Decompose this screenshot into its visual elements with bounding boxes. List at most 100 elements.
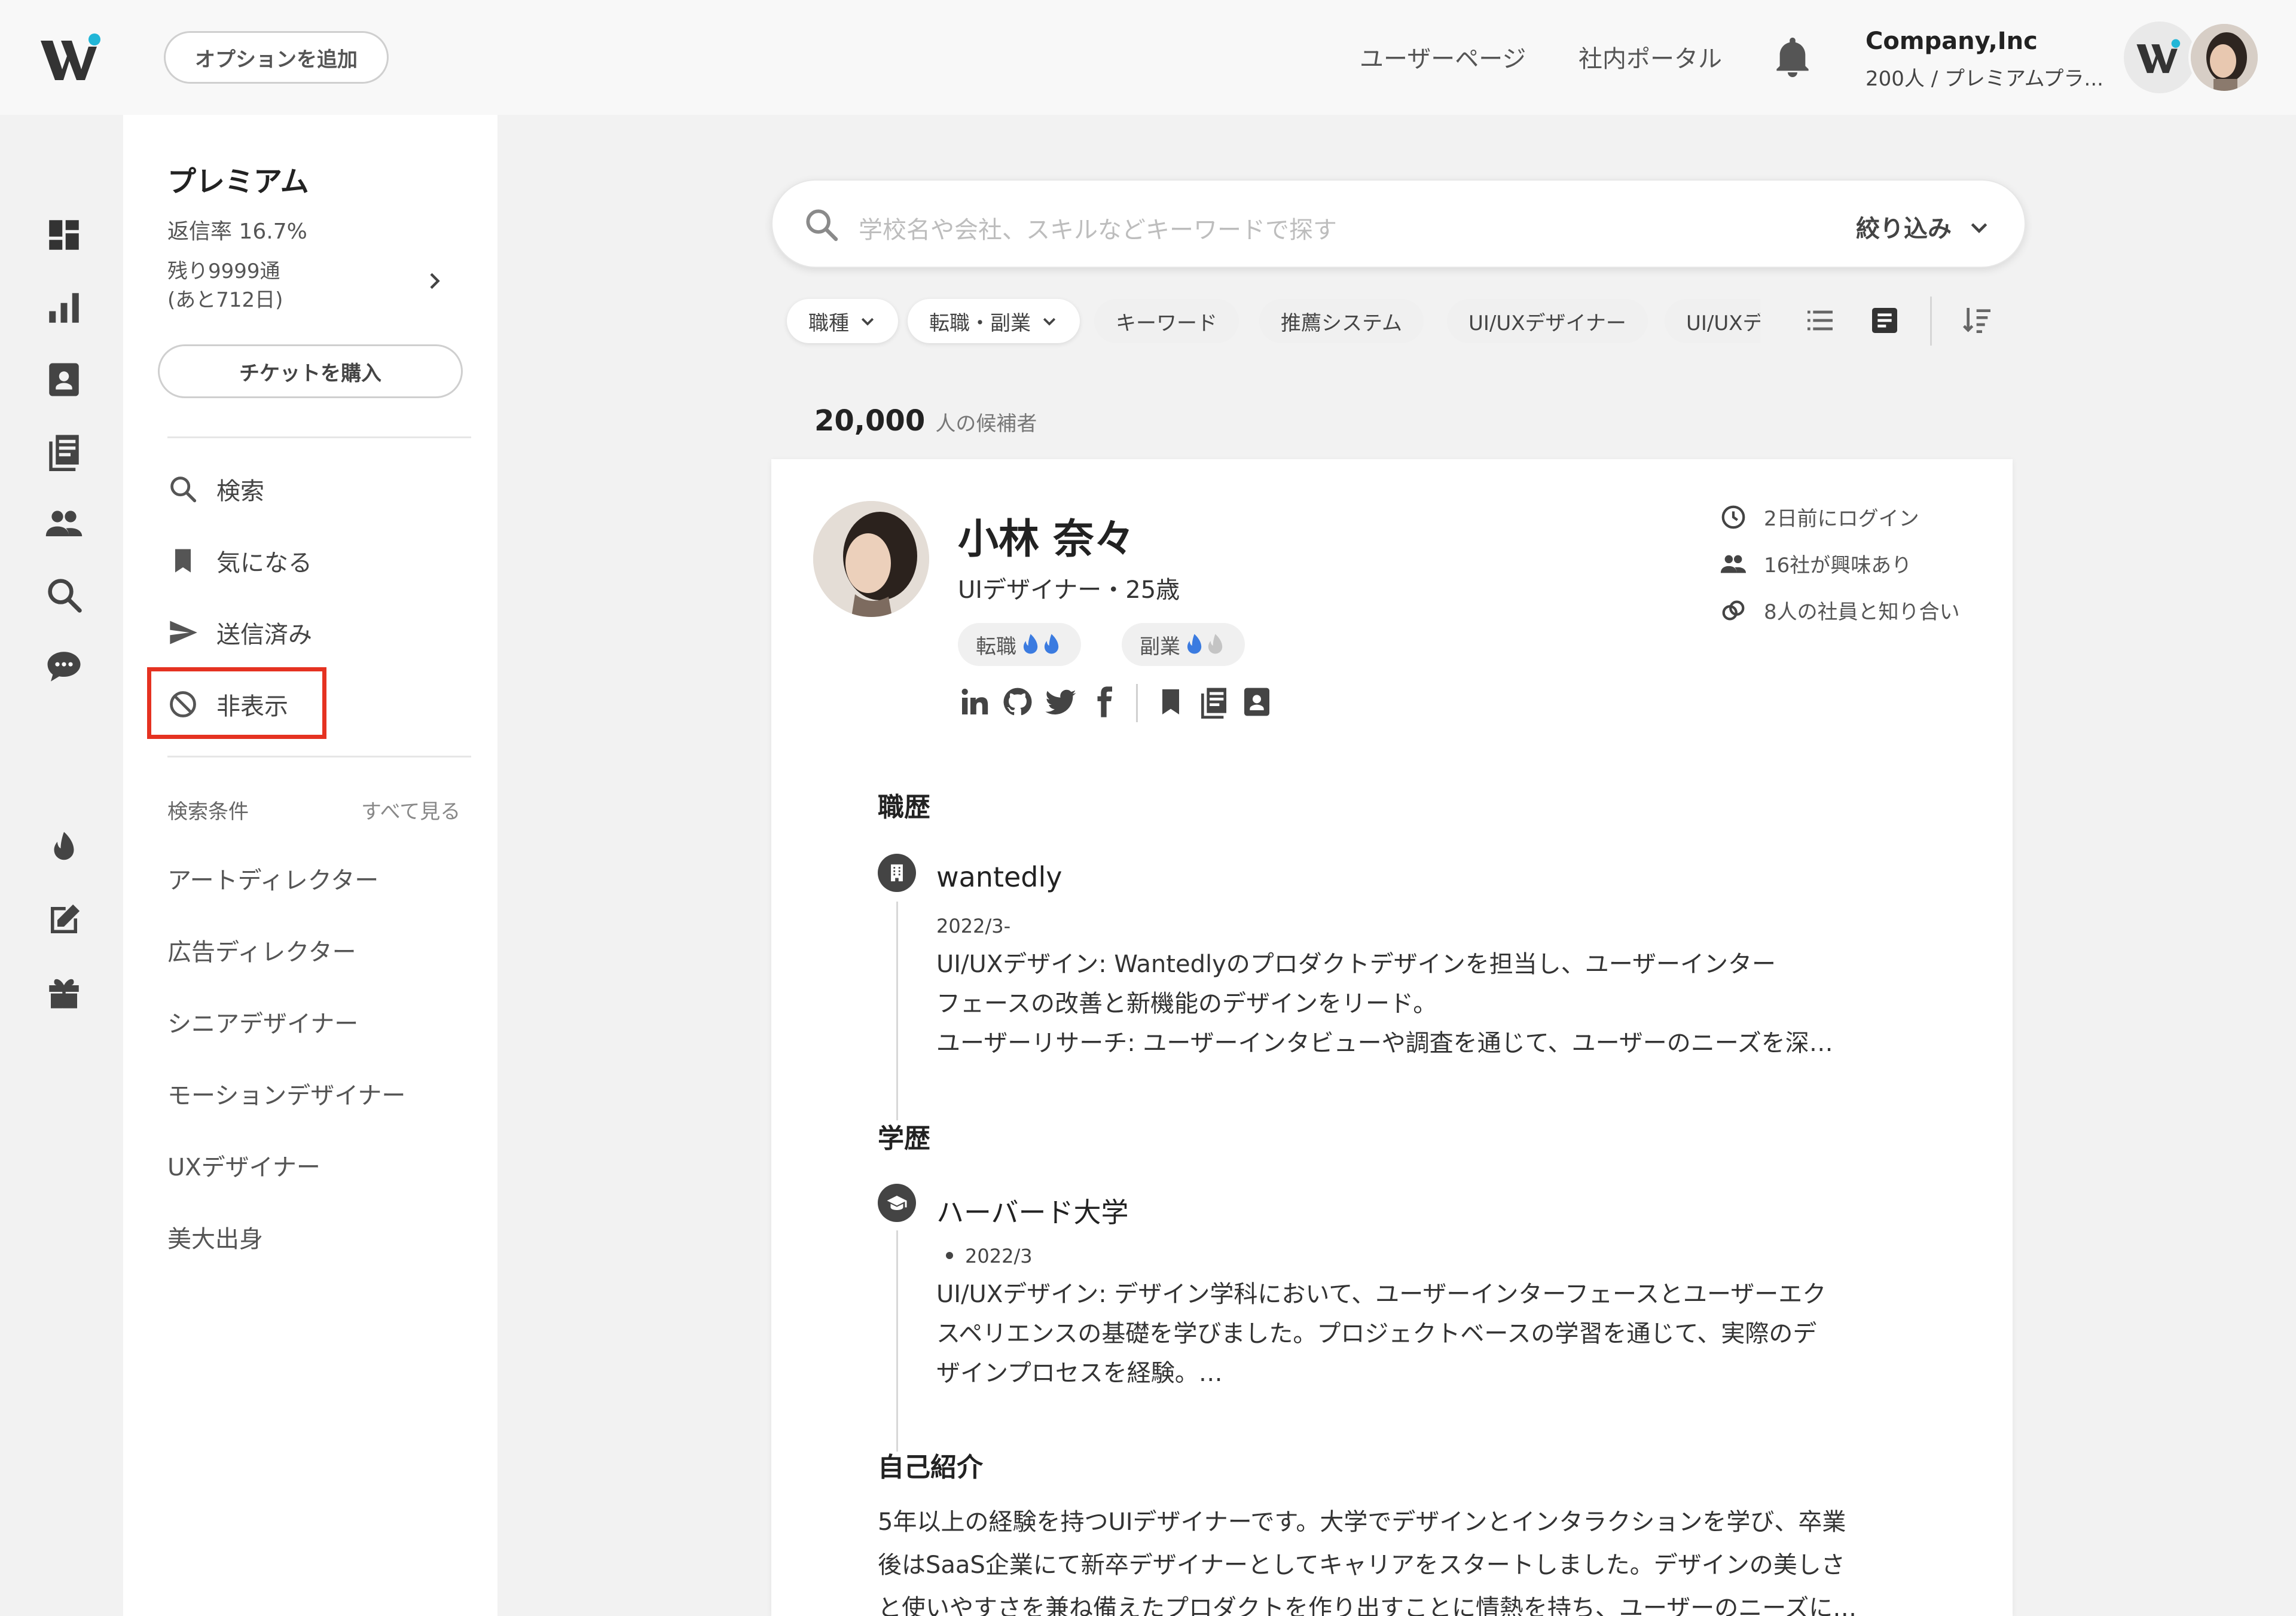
candidate-photo[interactable] (813, 501, 929, 617)
toolbar-divider (1930, 297, 1932, 346)
mutual-connections[interactable]: 8人の社員と知り合い (1720, 595, 1960, 625)
add-option-button[interactable]: オプションを追加 (164, 31, 389, 84)
chevron-down-icon[interactable] (1967, 215, 1991, 239)
chip-recommend[interactable]: 推薦システム (1259, 299, 1424, 343)
card-view-icon[interactable] (1868, 304, 1901, 337)
article-icon[interactable] (44, 432, 84, 471)
highlight-box (147, 667, 326, 739)
remaining-days: (あと712日) (167, 288, 283, 312)
company-plan: 200人 / プレミアムプラ... (1866, 67, 2103, 91)
candidate-count-label: 人の候補者 (935, 412, 1037, 436)
intro-section-title: 自己紹介 (878, 1452, 983, 1483)
people-icon[interactable] (44, 503, 84, 543)
edit-icon[interactable] (44, 900, 84, 940)
github-icon[interactable] (1001, 685, 1034, 719)
remaining-messages[interactable]: 残り9999通 (あと712日) (167, 257, 347, 314)
company-info[interactable]: Company,Inc 200人 / プレミアムプラ... (1866, 28, 2117, 91)
top-bar: オプションを追加 ユーザーページ 社内ポータル Company,Inc 200人… (0, 0, 2296, 115)
building-icon (878, 854, 916, 892)
interested-companies: 16社が興味あり (1720, 549, 1912, 578)
chat-icon[interactable] (44, 647, 84, 686)
chip-job-type[interactable]: 職種 (787, 299, 898, 343)
bookmark-icon (167, 545, 199, 576)
candidate-count-number: 20,000 (814, 404, 926, 438)
career-period: 2022/3- (936, 915, 1011, 937)
notification-bell-icon[interactable] (1773, 37, 1812, 79)
social-divider (1136, 684, 1138, 722)
condition-item[interactable]: 美大出身 (167, 1220, 263, 1254)
chevron-down-icon (861, 317, 874, 326)
internal-portal-link[interactable]: 社内ポータル (1578, 39, 1722, 74)
plan-title: プレミアム (167, 165, 309, 198)
buy-ticket-button[interactable]: チケットを購入 (158, 344, 463, 398)
description-line: スペリエンスの基礎を学びました。プロジェクトベースの学習を通じて、実際のデ (936, 1320, 1817, 1348)
sidebar-item-bookmarked[interactable]: 気になる (167, 537, 407, 585)
chip-uiux[interactable]: UI/UXデザイナー (1447, 299, 1648, 343)
education-section-title: 学歴 (878, 1123, 930, 1154)
people-icon (1720, 555, 1747, 573)
search-bar[interactable]: 学校名や会社、スキルなどキーワードで探す 絞り込み (771, 179, 2026, 268)
linkedin-icon[interactable] (958, 685, 991, 719)
search-conditions-header: 検索条件 (167, 800, 249, 824)
condition-item[interactable]: モーションデザイナー (167, 1076, 405, 1111)
career-section-title: 職歴 (878, 792, 930, 823)
tag-label: 副業 (1140, 634, 1180, 659)
user-page-link[interactable]: ユーザーページ (1360, 39, 1526, 74)
chip-job-change[interactable]: 転職・副業 (908, 299, 1080, 343)
gift-icon[interactable] (44, 972, 84, 1012)
flame-icon (1023, 634, 1059, 654)
send-icon (167, 617, 199, 648)
dashboard-icon[interactable] (44, 215, 84, 255)
chip-uiux-2[interactable]: UI/UXデ (1665, 299, 1760, 343)
chip-keyword[interactable]: キーワード (1094, 299, 1239, 343)
education-description: UI/UXデザイン: デザイン学科において、ユーザーインターフェースとユーザーエ… (936, 1275, 1917, 1393)
search-input[interactable]: 学校名や会社、スキルなどキーワードで探す (859, 210, 1337, 245)
analytics-icon[interactable] (44, 288, 84, 328)
sort-icon[interactable] (1961, 304, 1995, 337)
sidebar-panel: プレミアム 返信率 16.7% 残り9999通 (あと712日) チケットを購入… (123, 115, 497, 1616)
last-login: 2日前にログイン (1720, 502, 1919, 531)
search-icon (802, 206, 841, 244)
sidebar-item-search[interactable]: 検索 (167, 465, 407, 513)
article-icon[interactable] (1197, 685, 1231, 719)
chevron-down-icon (1043, 317, 1056, 326)
condition-item[interactable]: シニアデザイナー (167, 1004, 358, 1039)
career-description: UI/UXデザイン: Wantedlyのプロダクトデザインを担当し、ユーザーイン… (936, 945, 1917, 1063)
bookmark-icon[interactable] (1154, 685, 1187, 719)
candidate-card[interactable]: 小林 奈々 UIデザイナー・25歳 転職 副業 2日前にログイン 16社が興味あ… (771, 459, 2013, 1616)
candidate-role: UIデザイナー・25歳 (958, 576, 1180, 604)
description-line: UI/UXデザイン: デザイン学科において、ユーザーインターフェースとユーザーエ… (936, 1281, 1827, 1308)
profile-card-icon[interactable] (44, 360, 84, 399)
sidebar-item-label: 送信済み (216, 621, 312, 649)
wantedly-logo[interactable] (39, 33, 105, 84)
condition-item[interactable]: UXデザイナー (167, 1148, 320, 1183)
candidate-name[interactable]: 小林 奈々 (958, 506, 1135, 565)
twitter-icon[interactable] (1044, 685, 1077, 719)
timeline-line (896, 1230, 898, 1452)
company-name[interactable]: wantedly (936, 861, 1062, 893)
divider (167, 756, 471, 757)
description-line: ユーザーリサーチ: ユーザーインタビューや調査を通じて、ユーザーのニーズを深… (936, 1030, 1833, 1057)
chevron-right-icon[interactable] (422, 268, 446, 294)
reply-rate: 返信率 16.7% (167, 219, 307, 244)
list-view-icon[interactable] (1803, 304, 1837, 337)
timeline-line (896, 902, 898, 1120)
sidebar-item-label: 検索 (216, 478, 264, 505)
graduation-cap-icon (878, 1184, 916, 1222)
filter-button[interactable]: 絞り込み (1856, 209, 1952, 244)
flame-icon (1187, 634, 1223, 654)
fire-icon[interactable] (44, 829, 84, 868)
profile-card-icon[interactable] (1240, 685, 1274, 719)
user-avatar[interactable] (2188, 22, 2260, 93)
search-icon[interactable] (44, 575, 84, 615)
see-all-link[interactable]: すべて見る (361, 795, 460, 824)
chip-label: 転職・副業 (929, 311, 1031, 335)
tag-job-change: 転職 (958, 623, 1081, 666)
facebook-icon[interactable] (1087, 685, 1120, 719)
school-name[interactable]: ハーバード大学 (936, 1191, 1129, 1230)
condition-item[interactable]: アートディレクター (167, 861, 378, 896)
link-icon (1722, 600, 1745, 620)
condition-item[interactable]: 広告ディレクター (167, 933, 356, 967)
sidebar-item-sent[interactable]: 送信済み (167, 609, 407, 656)
company-logo[interactable] (2124, 22, 2196, 93)
